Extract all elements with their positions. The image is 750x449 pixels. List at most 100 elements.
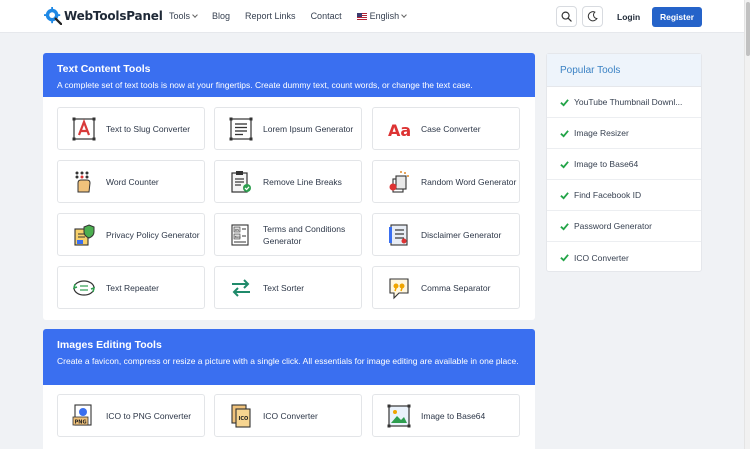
check-icon — [560, 191, 569, 200]
us-flag-icon — [356, 12, 367, 20]
section-description: A complete set of text tools is now at y… — [57, 80, 473, 90]
comma-separator-icon — [389, 277, 409, 299]
tool-card-remove-line-breaks[interactable]: Remove Line Breaks — [214, 160, 362, 203]
tool-label: Word Counter — [106, 176, 159, 187]
popular-tool-item[interactable]: YouTube Thumbnail Downl... — [547, 87, 701, 118]
tool-card-image-to-base64[interactable]: Image to Base64 — [372, 394, 520, 437]
tool-label: Text Sorter — [263, 282, 305, 293]
tool-label: Text to Slug Converter — [106, 123, 191, 134]
image-to-base64-icon — [387, 404, 411, 427]
tool-card-word-counter[interactable]: Word Counter — [57, 160, 205, 203]
tool-label: Random Word Generator — [421, 176, 517, 187]
png-badge-text: PNG — [75, 419, 87, 425]
page-scrollbar[interactable] — [744, 0, 750, 449]
language-label: English — [369, 11, 400, 21]
nav-contact[interactable]: Contact — [311, 11, 342, 21]
tool-card-lorem-ipsum[interactable]: Lorem Ipsum Generator — [214, 107, 362, 150]
tool-card-ico-converter[interactable]: ICO ICO Converter — [214, 394, 362, 437]
popular-tools-title: Popular Tools — [547, 54, 701, 87]
tool-label: Comma Separator — [421, 282, 491, 293]
tool-card-text-sorter[interactable]: Text Sorter — [214, 266, 362, 309]
text-repeater-icon — [72, 279, 96, 296]
search-icon — [561, 11, 572, 22]
popular-tool-label: Find Facebook ID — [574, 190, 642, 200]
blg-tile-text: BLG — [235, 235, 242, 239]
moon-icon — [587, 11, 598, 22]
tool-label: Terms and Conditions Generator — [263, 223, 346, 246]
tool-card-comma-separator[interactable]: Comma Separator — [372, 266, 520, 309]
privacy-policy-icon — [74, 223, 95, 246]
nav-tools-label: Tools — [169, 11, 191, 21]
nav-report-links-label: Report Links — [245, 11, 296, 21]
register-button[interactable]: Register — [652, 7, 702, 27]
section-header: Text Content Tools A complete set of tex… — [43, 53, 535, 97]
nav-blog[interactable]: Blog — [212, 11, 230, 21]
top-navbar: WebToolsPanel Tools Blog Report Links Co… — [0, 0, 744, 33]
nav-contact-label: Contact — [310, 11, 342, 21]
tool-label: Text Repeater — [106, 282, 159, 293]
ips-tile-text: IPS — [235, 228, 240, 232]
text-sorter-icon — [232, 278, 250, 297]
popular-tool-label: YouTube Thumbnail Downl... — [574, 97, 683, 107]
search-button[interactable] — [556, 6, 577, 27]
tool-label: ICO Converter — [263, 410, 318, 421]
nav-tools[interactable]: Tools — [169, 11, 198, 21]
check-icon — [560, 129, 569, 138]
tool-label: Disclaimer Generator — [421, 229, 502, 240]
chevron-down-icon — [401, 12, 407, 18]
dark-mode-toggle[interactable] — [582, 6, 603, 27]
text-content-tools-section: Text Content Tools A complete set of tex… — [43, 53, 535, 320]
tool-card-ico-to-png[interactable]: PNG ICO to PNG Converter — [57, 394, 205, 437]
slug-icon — [72, 117, 96, 140]
tool-card-privacy-policy[interactable]: Privacy Policy Generator — [57, 213, 205, 256]
site-logo[interactable]: WebToolsPanel — [44, 7, 163, 25]
check-icon — [560, 98, 569, 107]
popular-tools-panel: Popular Tools YouTube Thumbnail Downl...… — [546, 53, 702, 272]
section-title: Text Content Tools — [57, 63, 151, 75]
tool-label: Remove Line Breaks — [263, 176, 342, 187]
tool-card-disclaimer[interactable]: Disclaimer Generator — [372, 213, 520, 256]
popular-tool-item[interactable]: Password Generator — [547, 211, 701, 242]
word-counter-icon — [75, 171, 91, 192]
main-nav: Tools Blog Report Links Contact English — [169, 11, 421, 21]
logo-text: WebToolsPanel — [64, 9, 163, 23]
scrollbar-thumb[interactable] — [746, 2, 750, 56]
case-glyphs: Aa — [388, 121, 411, 140]
images-editing-tools-section: Images Editing Tools Create a favicon, c… — [43, 329, 535, 449]
tool-card-case-converter[interactable]: Aa Case Converter — [372, 107, 520, 150]
tool-label: ICO to PNG Converter — [106, 410, 192, 421]
popular-tool-item[interactable]: Image Resizer — [547, 118, 701, 149]
tool-card-text-repeater[interactable]: Text Repeater — [57, 266, 205, 309]
popular-tool-label: Image Resizer — [574, 128, 629, 138]
ico-to-png-icon: PNG — [72, 403, 92, 426]
terms-conditions-icon: IPS BLG — [231, 223, 249, 246]
popular-tool-label: ICO Converter — [574, 252, 629, 263]
login-link[interactable]: Login — [617, 12, 640, 22]
tool-label: Privacy Policy Generator — [106, 229, 200, 240]
nav-blog-label: Blog — [212, 11, 231, 21]
section-description: Create a favicon, compress or resize a p… — [57, 356, 519, 366]
popular-tool-item[interactable]: ICO Converter — [547, 242, 701, 273]
tool-label: Case Converter — [421, 123, 481, 134]
remove-line-breaks-icon — [231, 170, 251, 193]
gear-magnifier-logo-icon — [44, 7, 62, 25]
lorem-ipsum-icon — [229, 117, 253, 140]
tool-card-terms-conditions[interactable]: IPS BLG Terms and Conditions Generator — [214, 213, 362, 256]
check-icon — [560, 222, 569, 231]
section-header: Images Editing Tools Create a favicon, c… — [43, 329, 535, 385]
popular-tool-item[interactable]: Image to Base64 — [547, 149, 701, 180]
case-converter-icon: Aa — [388, 121, 411, 140]
chevron-down-icon — [192, 12, 198, 18]
popular-tool-label: Password Generator — [574, 221, 652, 231]
popular-tool-item[interactable]: Find Facebook ID — [547, 180, 701, 211]
tool-label: Image to Base64 — [421, 410, 486, 421]
nav-report-links[interactable]: Report Links — [245, 11, 296, 21]
ico-converter-icon: ICO — [231, 403, 251, 428]
tool-card-text-to-slug[interactable]: Text to Slug Converter — [57, 107, 205, 150]
check-icon — [560, 160, 569, 169]
language-selector[interactable]: English — [356, 11, 407, 21]
random-word-icon — [389, 170, 409, 193]
tool-card-random-word[interactable]: Random Word Generator — [372, 160, 520, 203]
tool-label: Lorem Ipsum Generator — [263, 123, 354, 134]
disclaimer-icon — [389, 223, 408, 246]
